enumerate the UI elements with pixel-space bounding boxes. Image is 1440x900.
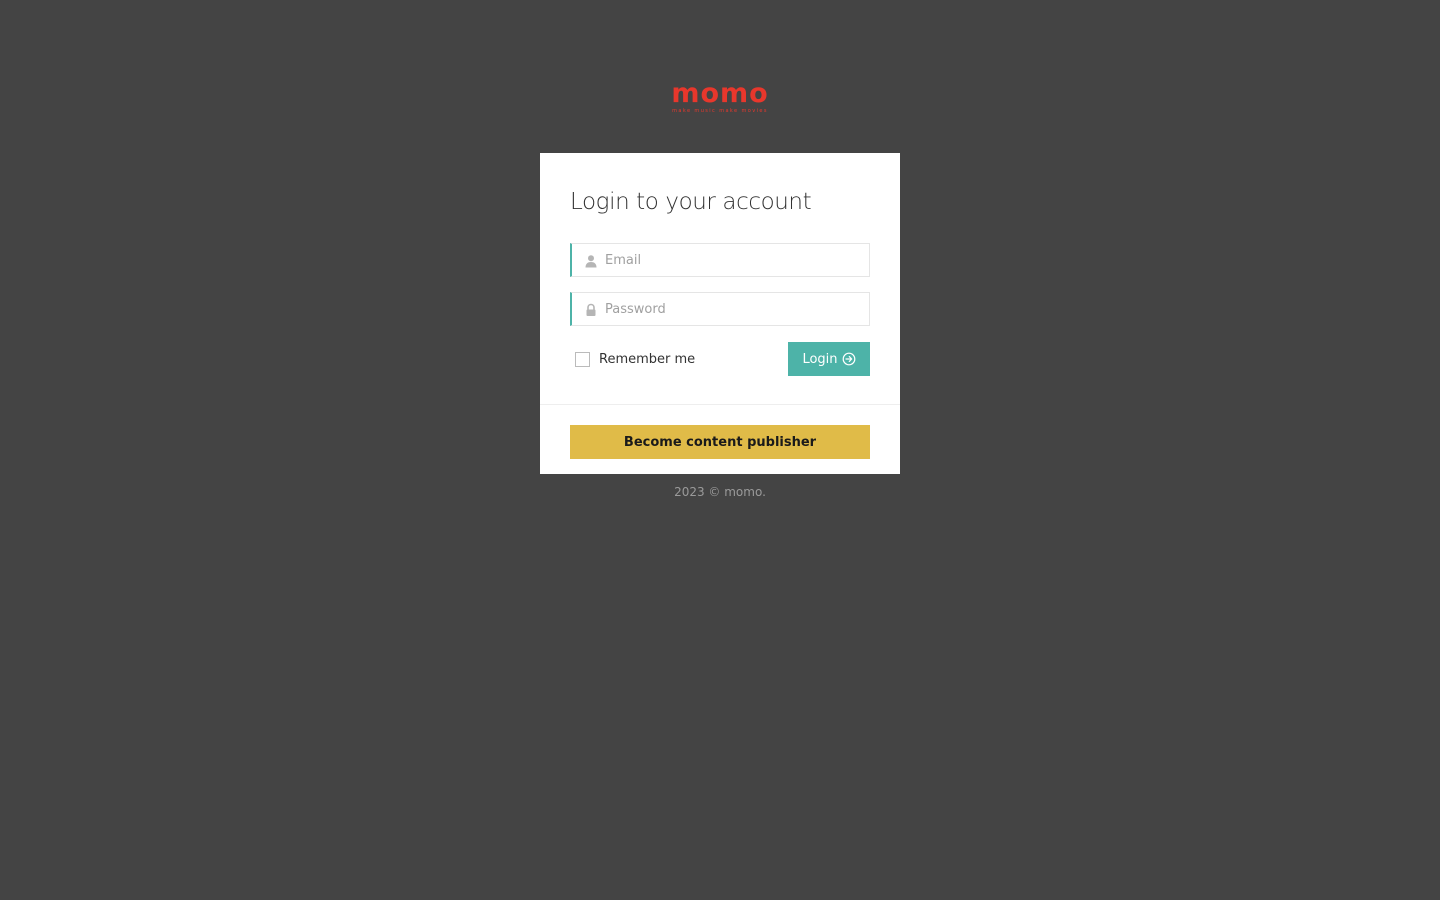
login-button-label: Login [802,351,838,367]
logo-wordmark: momo [671,78,769,109]
copyright-footer: 2023 © momo. [674,485,766,499]
password-input[interactable] [605,293,865,325]
arrow-circle-right-icon [842,352,855,366]
lock-icon [584,302,598,316]
remember-me-checkbox[interactable] [575,351,590,367]
logo-tagline: make music make movies [672,108,768,114]
user-icon [584,253,598,268]
remember-me-label: Remember me [599,351,696,367]
momo-logo: momo make music make movies [664,80,776,114]
login-button[interactable]: Login [788,342,870,376]
card-divider [540,404,900,405]
page-title: Login to your account [570,189,812,215]
remember-me[interactable]: Remember me [575,349,695,369]
password-field[interactable] [570,292,870,326]
login-page: momo make music make movies Login to you… [0,0,1440,900]
become-publisher-button[interactable]: Become content publisher [570,425,870,459]
login-card: Login to your account Remember me [540,153,900,474]
email-field[interactable] [570,243,870,277]
email-input[interactable] [605,244,865,276]
